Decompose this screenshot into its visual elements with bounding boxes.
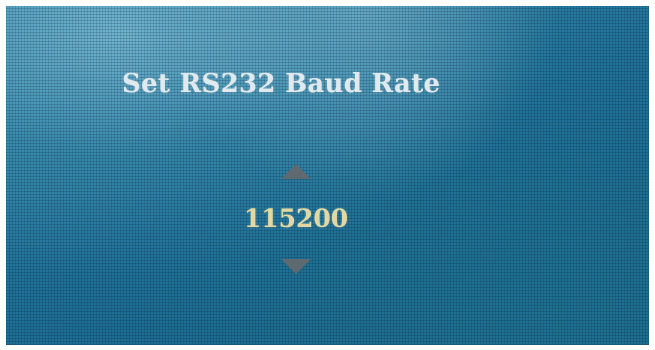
triangle-down-icon[interactable] — [281, 259, 311, 274]
osd-title: Set RS232 Baud Rate — [122, 69, 441, 99]
osd-screen: Set RS232 Baud Rate 115200 — [6, 6, 649, 345]
baud-rate-value: 115200 — [243, 204, 349, 233]
baud-rate-spinner[interactable]: 115200 — [228, 156, 364, 281]
triangle-up-icon[interactable] — [281, 164, 311, 179]
photo-frame: Set RS232 Baud Rate 115200 — [0, 0, 655, 350]
